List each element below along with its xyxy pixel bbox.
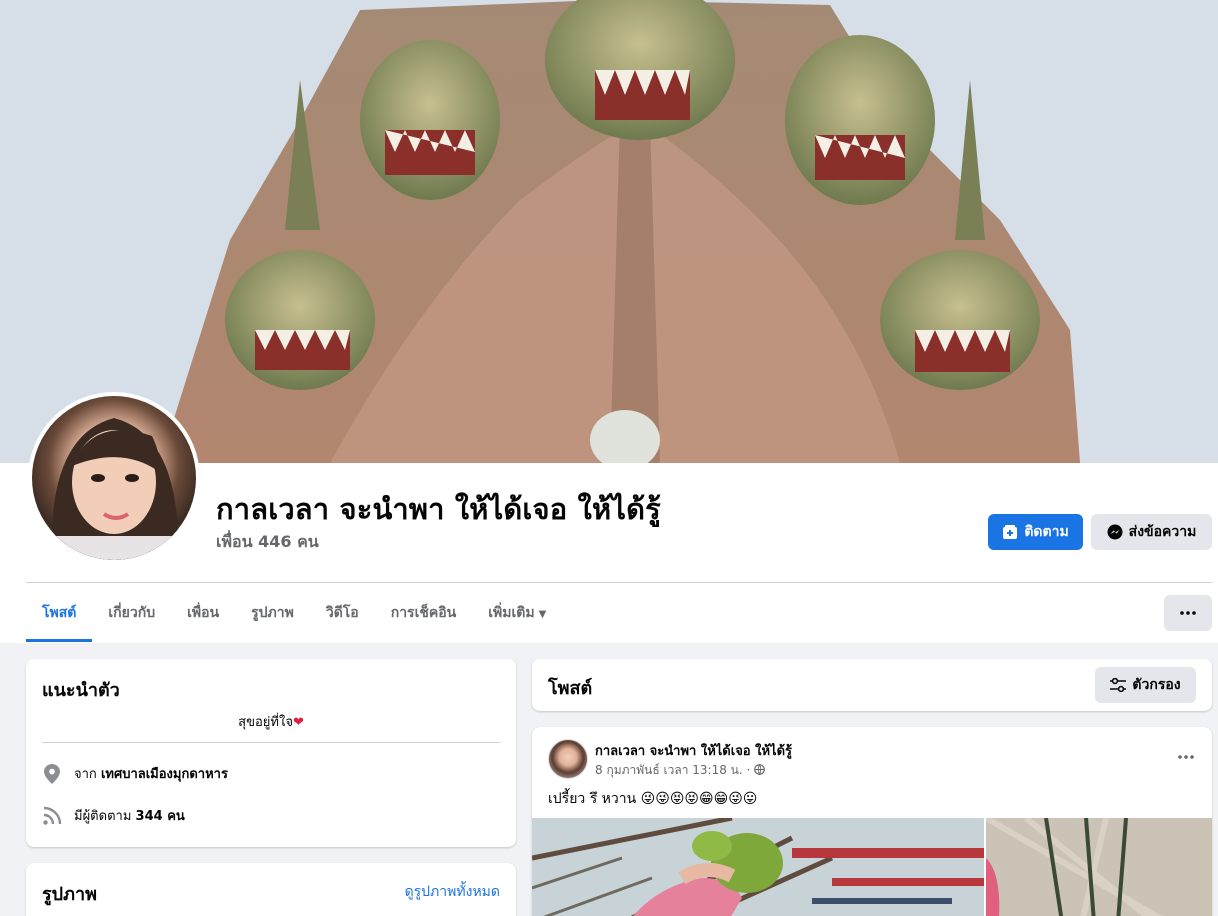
post-time-text: 8 กุมภาพันธ์ เวลา 13:18 น. · (595, 763, 751, 777)
caret-down-icon: ▼ (538, 609, 547, 620)
followers-row: มีผู้ติดตาม 344 คน (42, 805, 185, 826)
followers-text: มีผู้ติดตาม 344 คน (74, 805, 185, 826)
location-pin-icon (42, 763, 62, 784)
post-timestamp[interactable]: 8 กุมภาพันธ์ เวลา 13:18 น. · (595, 761, 766, 780)
tab-more[interactable]: เพิ่มเติม ▼ (472, 596, 562, 642)
photos-title: รูปภาพ (42, 884, 97, 905)
intro-title: แนะนำตัว (42, 680, 120, 701)
globe-icon (754, 763, 766, 777)
hometown-place[interactable]: เทศบาลเมืองมุกดาหาร (101, 767, 228, 782)
follow-label: ติดตาม (1024, 524, 1069, 540)
hometown-prefix: จาก (74, 767, 97, 782)
post-author-name[interactable]: กาลเวลา จะนำพา ให้ได้เจอ ให้ได้รู้ (595, 740, 792, 761)
heart-icon: ❤ (292, 715, 304, 730)
filter-sliders-icon (1110, 678, 1127, 692)
tab-about[interactable]: เกี่ยวกับ (92, 596, 171, 642)
post-options-button[interactable] (1172, 745, 1200, 769)
bio-label: สุขอยู่ที่ใจ (238, 715, 293, 730)
ellipsis-icon (1180, 611, 1196, 615)
message-label: ส่งข้อความ (1128, 524, 1197, 540)
cover-photo[interactable] (0, 0, 1218, 463)
post-text: เปรี้ยว รึ หวาน 😜😜😝😝😁😁😜😛 (548, 791, 758, 807)
filter-label: ตัวกรอง (1132, 677, 1181, 693)
intro-card: แนะนำตัว สุขอยู่ที่ใจ❤ จาก เทศบาลเมืองมุ… (26, 659, 516, 847)
cover-image-naga-statue (0, 0, 1218, 463)
tab-friends[interactable]: เพื่อน (171, 596, 235, 642)
message-button[interactable]: ส่งข้อความ (1091, 514, 1212, 550)
tab-more-label: เพิ่มเติม (488, 605, 535, 621)
profile-name: กาลเวลา จะนำพา ให้ได้เจอ ให้ได้รู้ (216, 492, 661, 526)
follow-icon (1003, 525, 1018, 539)
hometown-row: จาก เทศบาลเมืองมุกดาหาร (42, 763, 228, 784)
tab-photos[interactable]: รูปภาพ (235, 596, 310, 642)
profile-tabs: โพสต์ เกี่ยวกับ เพื่อน รูปภาพ วิดีโอ การ… (26, 596, 562, 642)
tab-videos[interactable]: วิดีโอ (310, 596, 375, 642)
intro-divider (42, 742, 500, 743)
posts-title: โพสต์ (548, 678, 593, 699)
tab-checkins[interactable]: การเช็คอิน (375, 596, 473, 642)
messenger-icon (1107, 524, 1123, 540)
post-photo-mango-hand[interactable] (532, 818, 984, 916)
friends-count[interactable]: เพื่อน 446 คน (216, 530, 319, 555)
ellipsis-icon (1178, 755, 1194, 759)
post-author-avatar[interactable] (548, 739, 588, 779)
profile-more-button[interactable] (1164, 595, 1212, 631)
header-divider (26, 582, 1212, 583)
post-photo-mango-tree[interactable] (986, 818, 1212, 916)
hometown-text: จาก เทศบาลเมืองมุกดาหาร (74, 763, 228, 784)
see-all-photos-link[interactable]: ดูรูปภาพทั้งหมด (405, 881, 500, 903)
photos-card: รูปภาพ ดูรูปภาพทั้งหมด (26, 863, 516, 916)
tab-posts[interactable]: โพสต์ (26, 596, 93, 642)
post-card: กาลเวลา จะนำพา ให้ได้เจอ ให้ได้รู้ 8 กุม… (532, 727, 1212, 916)
avatar (32, 396, 196, 560)
followers-prefix: มีผู้ติดตาม (74, 809, 132, 824)
follow-button[interactable]: ติดตาม (988, 514, 1083, 550)
rss-followers-icon (42, 806, 62, 826)
followers-value: 344 คน (135, 809, 185, 824)
bio-text: สุขอยู่ที่ใจ❤ (42, 711, 500, 732)
profile-picture[interactable] (28, 392, 200, 564)
filter-button[interactable]: ตัวกรอง (1095, 667, 1196, 703)
